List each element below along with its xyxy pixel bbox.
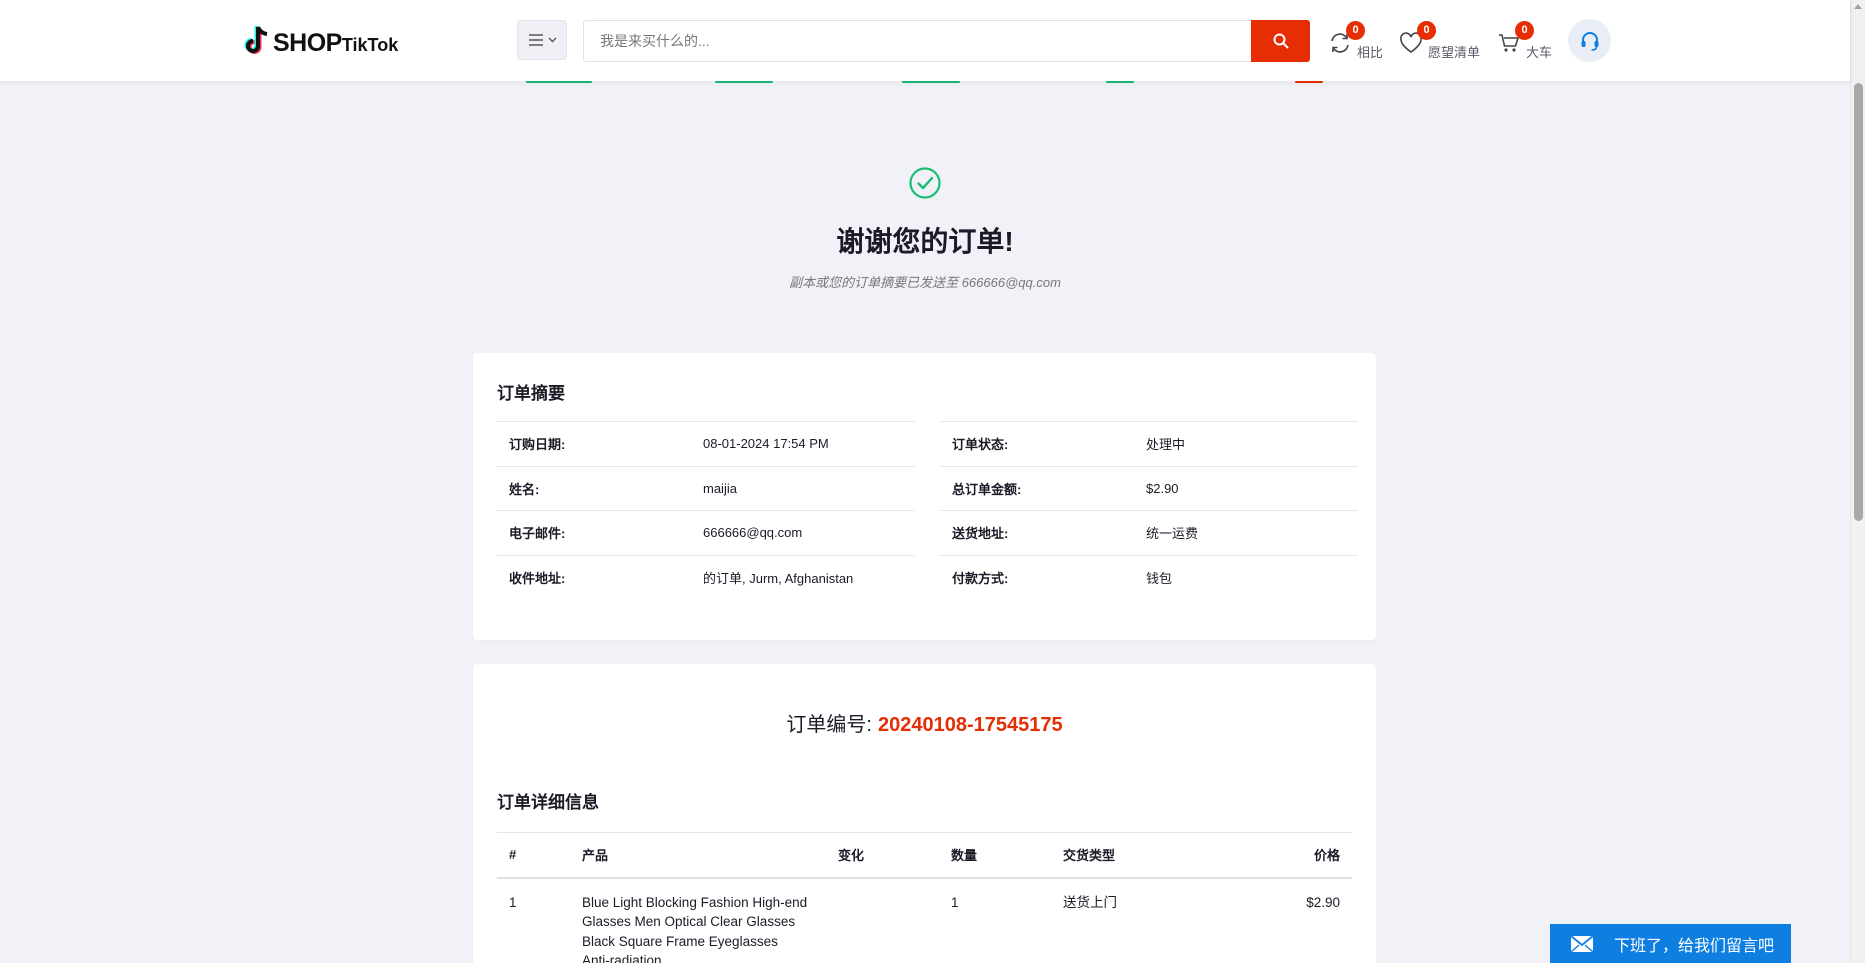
tiktok-note-icon <box>244 26 268 54</box>
order-number-value: 20240108-17545175 <box>877 714 1063 736</box>
chat-label: 下班了，给我们留言吧 <box>1614 937 1775 955</box>
summary-table-right: 订单状态: 处理中 总订单金额: $2.90 送货地址: 统一运费 付款方式: 钱包 <box>940 421 1358 600</box>
summary-row: 电子邮件: 666666@qq.com <box>497 510 915 555</box>
compare-link[interactable]: 0 相比 <box>1325 20 1384 61</box>
order-summary-card: 订单摘要 订购日期: 08-01-2024 17:54 PM 姓名: maijia … <box>473 353 1376 640</box>
order-number-label: 订单编号: <box>786 714 872 736</box>
logo-tiktok-text: TikTok <box>341 35 399 55</box>
summary-value: $2.90 <box>1146 465 1358 511</box>
search-input[interactable] <box>584 21 1251 61</box>
row-variation <box>826 878 939 963</box>
summary-key: 收件地址: <box>497 554 703 600</box>
wishlist-label: 愿望清单 <box>1428 45 1481 60</box>
row-product-link[interactable]: Blue Light Blocking Fashion High-end Gla… <box>570 878 826 963</box>
summary-value: 钱包 <box>1146 554 1358 600</box>
summary-key: 姓名: <box>497 465 703 511</box>
summary-row: 订单状态: 处理中 <box>940 421 1358 466</box>
summary-row: 姓名: maijia <box>497 465 915 511</box>
order-summary-title: 订单摘要 <box>497 384 565 403</box>
summary-key: 总订单金额: <box>940 465 1146 511</box>
col-index: # <box>497 832 570 879</box>
search-icon <box>1273 33 1289 49</box>
check-circle-icon <box>909 167 941 199</box>
col-delivery-type: 交货类型 <box>1051 832 1221 879</box>
table-row: 1 Blue Light Blocking Fashion High-end G… <box>497 878 1352 963</box>
summary-row: 订购日期: 08-01-2024 17:54 PM <box>497 421 915 466</box>
summary-key: 付款方式: <box>940 554 1146 600</box>
cart-count-badge: 0 <box>1515 20 1534 40</box>
step-marker <box>1106 81 1134 84</box>
scroll-up-arrow-icon[interactable] <box>1854 4 1862 9</box>
summary-row: 收件地址: 的订单, Jurm, Afghanistan <box>497 554 915 600</box>
step-marker <box>1295 81 1323 84</box>
chevron-down-icon <box>548 37 556 43</box>
summary-row: 送货地址: 统一运费 <box>940 510 1358 555</box>
site-logo[interactable]: SHOP TikTok <box>243 24 398 58</box>
summary-value: maijia <box>703 465 915 511</box>
summary-key: 订单状态: <box>940 421 1146 466</box>
step-marker <box>715 81 773 84</box>
summary-key: 订购日期: <box>497 421 703 466</box>
table-header-row: # 产品 变化 数量 交货类型 价格 <box>497 832 1352 879</box>
compare-label: 相比 <box>1357 45 1384 60</box>
summary-value: 666666@qq.com <box>703 510 915 555</box>
col-product: 产品 <box>570 832 826 879</box>
summary-key: 送货地址: <box>940 510 1146 555</box>
cart-link[interactable]: 0 大车 <box>1494 20 1553 61</box>
step-marker <box>902 81 960 84</box>
confirmation-subtitle: 副本或您的订单摘要已发送至 666666@qq.com <box>789 275 1061 290</box>
row-price: $2.90 <box>1306 894 1340 910</box>
order-number: 订单编号: 20240108-17545175 <box>473 708 1376 737</box>
row-delivery-type: 送货上门 <box>1063 894 1117 910</box>
mail-icon <box>1570 934 1594 953</box>
search-bar <box>583 20 1310 62</box>
row-quantity: 1 <box>951 894 959 910</box>
search-button[interactable] <box>1251 20 1310 62</box>
headset-icon <box>1581 31 1598 51</box>
cart-label: 大车 <box>1526 45 1553 60</box>
summary-value: 08-01-2024 17:54 PM <box>703 421 915 466</box>
row-index: 1 <box>509 894 517 910</box>
summary-row: 总订单金额: $2.90 <box>940 465 1358 511</box>
scrollbar-thumb[interactable] <box>1854 83 1863 521</box>
category-menu-button[interactable] <box>517 20 567 60</box>
wishlist-link[interactable]: 0 愿望清单 <box>1396 20 1481 61</box>
site-header: SHOP TikTok 0 相比 <box>0 0 1850 81</box>
col-quantity: 数量 <box>939 832 1051 879</box>
logo-shop-text: SHOP <box>273 29 342 57</box>
compare-count-badge: 0 <box>1346 20 1365 40</box>
thank-you-title: 谢谢您的订单! <box>836 226 1014 257</box>
page-scrollbar[interactable] <box>1850 0 1865 963</box>
support-button[interactable] <box>1568 19 1611 62</box>
menu-icon <box>528 34 543 46</box>
summary-key: 电子邮件: <box>497 510 703 555</box>
order-items-table: # 产品 变化 数量 交货类型 价格 1 Blue Light Blocking… <box>497 832 1352 963</box>
summary-value: 统一运费 <box>1146 510 1358 555</box>
chat-widget[interactable]: 下班了，给我们留言吧 <box>1550 924 1791 963</box>
step-marker <box>526 81 592 84</box>
summary-value: 处理中 <box>1146 421 1358 466</box>
summary-value: 的订单, Jurm, Afghanistan <box>703 554 915 600</box>
col-price: 价格 <box>1221 832 1352 879</box>
summary-row: 付款方式: 钱包 <box>940 554 1358 600</box>
col-variation: 变化 <box>826 832 939 879</box>
order-details-title: 订单详细信息 <box>497 793 599 812</box>
order-details-card: 订单编号: 20240108-17545175 订单详细信息 # 产品 变化 数量… <box>473 664 1376 963</box>
wishlist-count-badge: 0 <box>1417 20 1436 40</box>
summary-table-left: 订购日期: 08-01-2024 17:54 PM 姓名: maijia 电子邮件:… <box>497 421 915 600</box>
